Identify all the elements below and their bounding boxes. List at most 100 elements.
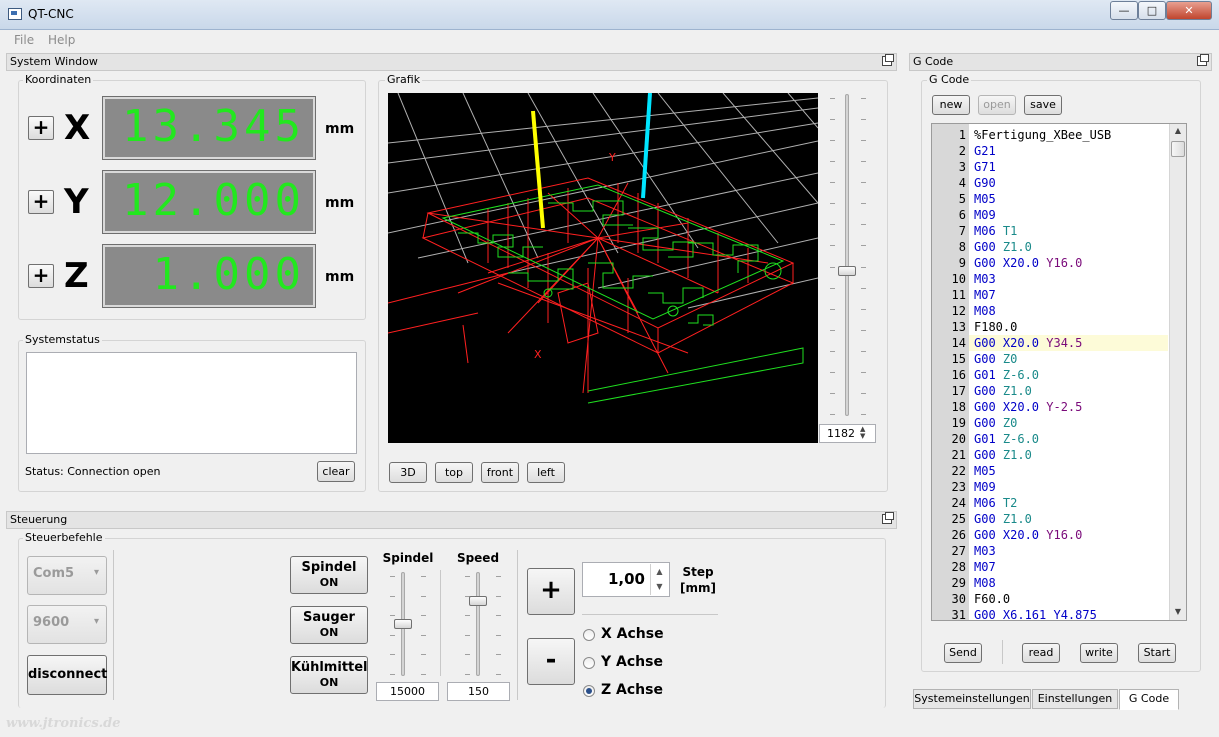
- speed-slider-handle[interactable]: [469, 596, 487, 606]
- code-line[interactable]: 10 M03: [932, 271, 1168, 287]
- code-text: M05: [974, 464, 996, 478]
- line-number: 3: [958, 160, 966, 174]
- write-button[interactable]: write: [1080, 643, 1118, 663]
- toolpath-3d-view[interactable]: Y X: [387, 92, 819, 443]
- slider-tick: [421, 615, 426, 616]
- code-line[interactable]: 12 M08: [932, 303, 1168, 319]
- slider-tick: [830, 309, 835, 310]
- spindel-toggle-button[interactable]: Spindel ON: [290, 556, 368, 594]
- close-button[interactable]: ✕: [1166, 1, 1212, 20]
- slider-tick: [830, 351, 835, 352]
- z-achse-radio[interactable]: [583, 685, 595, 697]
- sauger-toggle-button[interactable]: Sauger ON: [290, 606, 368, 644]
- z-plus-button[interactable]: +: [28, 264, 54, 288]
- gcode-editor[interactable]: 1 %Fertigung_XBee_USB 2 G21 3 G71 4 G90 5 M05 6 M09…: [931, 123, 1187, 621]
- step-unit: [mm]: [680, 581, 716, 595]
- y-achse-radio[interactable]: [583, 657, 595, 669]
- code-line[interactable]: 29 M08: [932, 575, 1168, 591]
- scroll-down-icon[interactable]: ▼: [1170, 607, 1186, 616]
- code-line[interactable]: 2 G21: [932, 143, 1168, 159]
- y-plus-button[interactable]: +: [28, 190, 54, 214]
- x-achse-label[interactable]: X Achse: [601, 626, 664, 642]
- baud-select[interactable]: 9600: [27, 605, 107, 644]
- code-line[interactable]: 24 M06 T2: [932, 495, 1168, 511]
- slider-tick: [830, 245, 835, 246]
- tab-g-code[interactable]: G Code: [1119, 689, 1179, 710]
- line-number: 28: [951, 560, 966, 574]
- clear-button[interactable]: clear: [317, 461, 355, 482]
- jog-plus-button[interactable]: +: [527, 568, 575, 615]
- editor-scrollbar[interactable]: ▲ ▼: [1169, 124, 1186, 620]
- code-line[interactable]: 7 M06 T1: [932, 223, 1168, 239]
- start-button[interactable]: Start: [1138, 643, 1176, 663]
- code-line[interactable]: 18 G00 X20.0 Y-2.5: [932, 399, 1168, 415]
- scrollbar-thumb[interactable]: [1171, 141, 1185, 157]
- code-line[interactable]: 19 G00 Z0: [932, 415, 1168, 431]
- code-line[interactable]: 15 G00 Z0: [932, 351, 1168, 367]
- speed-slider[interactable]: [469, 572, 489, 676]
- disconnect-button[interactable]: disconnect: [27, 655, 107, 695]
- read-button[interactable]: read: [1022, 643, 1060, 663]
- code-line[interactable]: 3 G71: [932, 159, 1168, 175]
- spindel-value-field[interactable]: 15000: [376, 682, 439, 701]
- view-left-button[interactable]: left: [527, 462, 565, 483]
- divider: [517, 550, 518, 700]
- new-file-button[interactable]: new: [932, 95, 970, 115]
- step-spinbox-arrows-icon[interactable]: ▲ ▼: [650, 564, 668, 595]
- float-dock-icon[interactable]: [882, 512, 894, 524]
- z-achse-label[interactable]: Z Achse: [601, 682, 663, 698]
- code-line[interactable]: 9 G00 X20.0 Y16.0: [932, 255, 1168, 271]
- x-achse-radio[interactable]: [583, 629, 595, 641]
- code-line[interactable]: 26 G00 X20.0 Y16.0: [932, 527, 1168, 543]
- code-line[interactable]: 20 G01 Z-6.0: [932, 431, 1168, 447]
- code-line[interactable]: 22 M05: [932, 463, 1168, 479]
- spindel-slider[interactable]: [394, 572, 414, 676]
- code-line[interactable]: 28 M07: [932, 559, 1168, 575]
- code-line[interactable]: 17 G00 Z1.0: [932, 383, 1168, 399]
- code-line[interactable]: 4 G90: [932, 175, 1168, 191]
- code-text: G00 Z1.0: [974, 384, 1032, 398]
- spindel-slider-handle[interactable]: [394, 619, 412, 629]
- jog-minus-button[interactable]: -: [527, 638, 575, 685]
- line-number: 5: [958, 192, 966, 206]
- code-line[interactable]: 13 F180.0: [932, 319, 1168, 335]
- kuehlmittel-toggle-button[interactable]: Kühlmittel ON: [290, 656, 368, 694]
- maximize-button[interactable]: □: [1138, 1, 1166, 20]
- code-line[interactable]: 31 G00 X6.161 Y4.875: [932, 607, 1168, 620]
- tab-systemeinstellungen[interactable]: Systemeinstellungen: [913, 689, 1031, 709]
- zoom-spinbox-arrows-icon[interactable]: ▲ ▼: [860, 426, 865, 440]
- status-log[interactable]: [26, 352, 357, 454]
- code-line[interactable]: 5 M05: [932, 191, 1168, 207]
- menu-help[interactable]: Help: [48, 33, 75, 47]
- code-line[interactable]: 23 M09: [932, 479, 1168, 495]
- menu-file[interactable]: File: [14, 33, 34, 47]
- tab-einstellungen[interactable]: Einstellungen: [1032, 689, 1118, 709]
- code-text: G00 X20.0 Y34.5: [974, 336, 1083, 350]
- speed-value-field[interactable]: 150: [447, 682, 510, 701]
- code-line[interactable]: 25 G00 Z1.0: [932, 511, 1168, 527]
- kuehlmittel-toggle-label: Kühlmittel: [291, 660, 368, 675]
- code-line[interactable]: 16 G01 Z-6.0: [932, 367, 1168, 383]
- code-line[interactable]: 8 G00 Z1.0: [932, 239, 1168, 255]
- send-button[interactable]: Send: [944, 643, 982, 663]
- code-line[interactable]: 30 F60.0: [932, 591, 1168, 607]
- zoom-spinbox[interactable]: 1182: [819, 424, 876, 443]
- view-3d-button[interactable]: 3D: [389, 462, 427, 483]
- code-line[interactable]: 11 M07: [932, 287, 1168, 303]
- minimize-button[interactable]: —: [1110, 1, 1138, 20]
- code-line[interactable]: 27 M03: [932, 543, 1168, 559]
- view-front-button[interactable]: front: [481, 462, 519, 483]
- y-achse-label[interactable]: Y Achse: [601, 654, 663, 670]
- port-select[interactable]: Com5: [27, 556, 107, 595]
- scroll-up-icon[interactable]: ▲: [1170, 126, 1186, 135]
- code-line[interactable]: 21 G00 Z1.0: [932, 447, 1168, 463]
- x-plus-button[interactable]: +: [28, 116, 54, 140]
- save-file-button[interactable]: save: [1024, 95, 1062, 115]
- code-line[interactable]: 14 G00 X20.0 Y34.5: [932, 335, 1168, 351]
- open-file-button[interactable]: open: [978, 95, 1016, 115]
- code-line[interactable]: 1 %Fertigung_XBee_USB: [932, 127, 1168, 143]
- float-dock-icon[interactable]: [882, 54, 894, 66]
- code-line[interactable]: 6 M09: [932, 207, 1168, 223]
- float-dock-icon[interactable]: [1197, 54, 1209, 66]
- view-top-button[interactable]: top: [435, 462, 473, 483]
